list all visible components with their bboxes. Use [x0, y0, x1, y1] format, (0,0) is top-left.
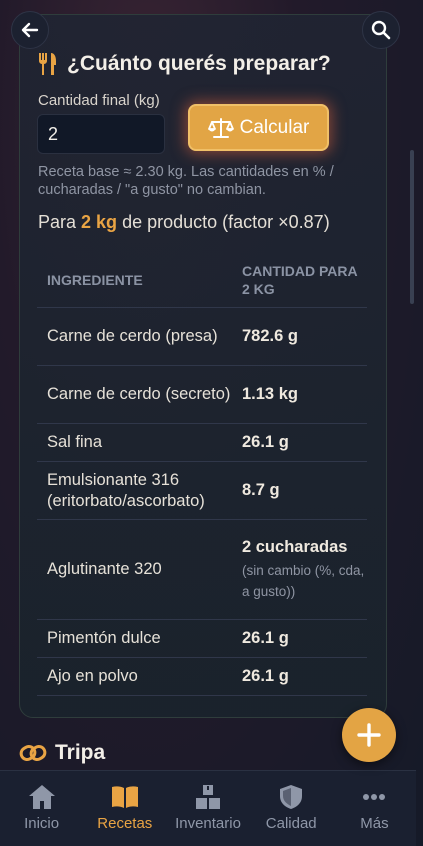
search-button[interactable]: [362, 11, 400, 49]
section-tripa: Tripa: [19, 741, 105, 765]
ingredient-amount: 782.6 g: [242, 327, 298, 345]
search-icon: [371, 20, 391, 40]
header-amount: CANTIDAD PARA 2 KG: [242, 262, 358, 297]
factor-prefix: Para: [38, 212, 82, 232]
ingredient-name: Pimentón dulce: [47, 629, 161, 647]
plus-icon: [357, 723, 381, 747]
base-recipe-note: Receta base ≈ 2.30 kg. Las cantidades en…: [38, 164, 334, 198]
ingredient-amount: 2 cucharadas: [242, 538, 348, 556]
quantity-label: Cantidad final (kg): [38, 92, 160, 109]
ingredients-table: INGREDIENTE CANTIDAD PARA 2 KG Carne de …: [37, 252, 367, 696]
home-icon: [28, 785, 55, 809]
add-button[interactable]: [342, 708, 396, 762]
table-row: Ajo en polvo 26.1 g: [37, 658, 367, 696]
calculator-title: ¿Cuánto querés preparar?: [67, 52, 331, 75]
utensils-icon: [39, 53, 56, 75]
factor-summary: Para 2 kg de producto (factor ×0.87): [38, 212, 330, 233]
table-row: Carne de cerdo (secreto) 1.13 kg: [37, 366, 367, 424]
section-title: Tripa: [55, 741, 106, 764]
ingredient-amount: 26.1 g: [242, 433, 289, 451]
nav-label: Inicio: [24, 815, 60, 832]
nav-item-mas[interactable]: Más: [333, 771, 416, 846]
calculator-title-row: ¿Cuánto querés preparar?: [37, 52, 331, 76]
scrollbar[interactable]: [410, 150, 414, 304]
nav-label: Más: [360, 815, 389, 832]
calculate-label: Calcular: [239, 116, 310, 138]
nav-item-recetas[interactable]: Recetas: [83, 771, 166, 846]
link-icon: [19, 745, 47, 761]
unchanged-note: (sin cambio (%, cda, a gusto)): [242, 563, 365, 599]
quantity-input[interactable]: 2: [37, 114, 165, 154]
ingredient-name: Aglutinante 320: [47, 560, 162, 578]
table-row: Emulsionante 316 (eritorbato/ascorbato) …: [37, 462, 367, 520]
ingredient-name: Sal fina: [47, 433, 103, 451]
back-button[interactable]: [11, 11, 49, 49]
table-header: INGREDIENTE CANTIDAD PARA 2 KG: [37, 252, 367, 308]
ingredient-name: Emulsionante 316 (eritorbato/ascorbato): [47, 470, 205, 510]
scale-icon: [207, 117, 234, 138]
arrow-left-icon: [21, 22, 39, 38]
ingredient-amount: 26.1 g: [242, 667, 289, 685]
more-icon: [363, 794, 386, 800]
nav-label: Recetas: [97, 815, 153, 832]
table-row: Pimentón dulce 26.1 g: [37, 620, 367, 658]
table-row: Carne de cerdo (presa) 782.6 g: [37, 308, 367, 366]
ingredient-name: Carne de cerdo (secreto): [47, 385, 231, 403]
book-icon: [111, 786, 138, 808]
nav-item-inicio[interactable]: Inicio: [0, 771, 83, 846]
table-row: Aglutinante 320 2 cucharadas (sin cambio…: [37, 520, 367, 620]
factor-suffix: de producto (factor ×0.87): [117, 212, 330, 232]
ingredient-name: Ajo en polvo: [47, 667, 138, 685]
nav-label: Inventario: [175, 815, 241, 832]
nav-item-inventario[interactable]: Inventario: [166, 771, 249, 846]
nav-label: Calidad: [265, 815, 317, 832]
ingredient-amount: 26.1 g: [242, 629, 289, 647]
table-row: Sal fina 26.1 g: [37, 424, 367, 462]
bottom-nav: Inicio Recetas Inventario Calidad Más: [0, 770, 416, 846]
boxes-icon: [196, 785, 220, 809]
ingredient-name: Carne de cerdo (presa): [47, 327, 218, 345]
ingredient-amount: 1.13 kg: [242, 385, 298, 403]
calculate-button[interactable]: Calcular: [188, 104, 329, 151]
factor-quantity: 2 kg: [81, 212, 118, 232]
shield-icon: [280, 785, 303, 809]
nav-item-calidad[interactable]: Calidad: [250, 771, 333, 846]
ingredient-amount: 8.7 g: [242, 481, 280, 499]
header-ingredient: INGREDIENTE: [47, 271, 143, 288]
ingredient-amount-cell: 2 cucharadas (sin cambio (%, cda, a gust…: [242, 537, 367, 602]
